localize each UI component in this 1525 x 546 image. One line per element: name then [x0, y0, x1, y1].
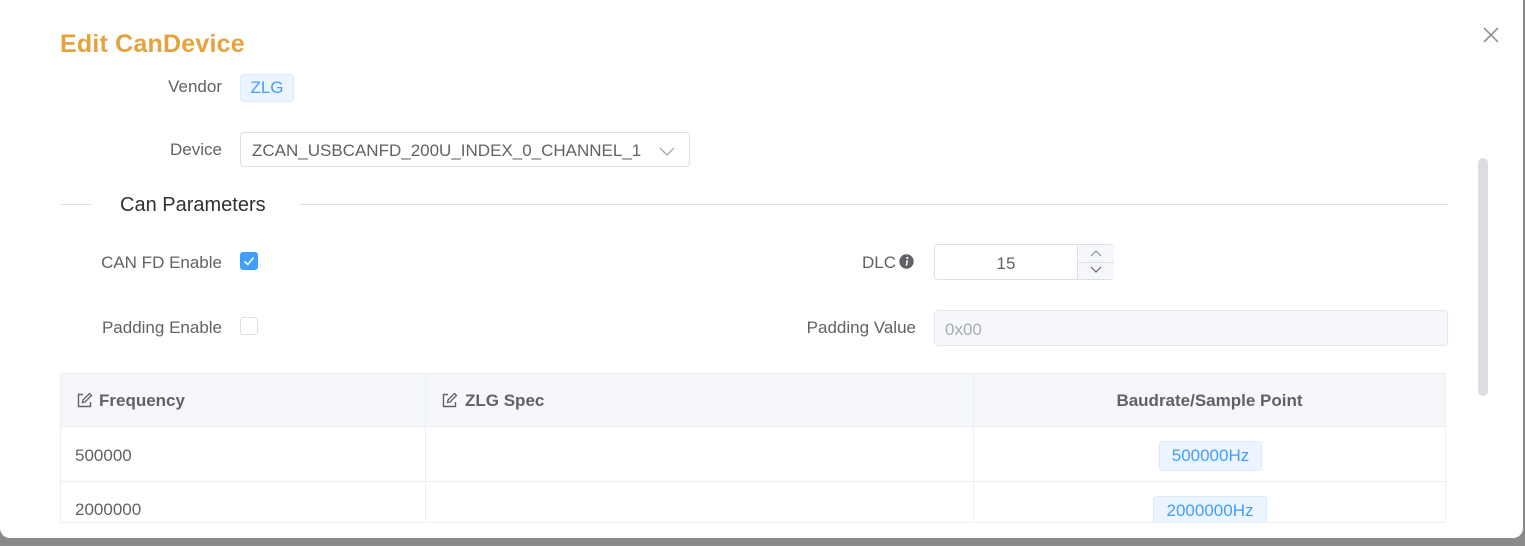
edit-candevice-dialog: Edit CanDevice Vendor ZLG Device ZCAN_US… — [0, 0, 1523, 538]
padding-enable-checkbox[interactable] — [240, 317, 258, 335]
divider-left — [60, 204, 92, 205]
table-cell-frequency[interactable]: 500000 — [61, 427, 426, 482]
column-header-frequency-label: Frequency — [99, 391, 185, 410]
dlc-increase-button[interactable] — [1078, 245, 1114, 263]
canfd-enable-label: CAN FD Enable — [101, 253, 222, 272]
dlc-stepper — [1077, 245, 1114, 279]
info-icon[interactable] — [899, 254, 914, 269]
column-header-zlg-spec-label: ZLG Spec — [465, 391, 545, 410]
canfd-enable-checkbox[interactable] — [240, 252, 258, 270]
table-cell-baudrate: 2000000Hz — [974, 482, 1445, 522]
padding-enable-label: Padding Enable — [101, 318, 222, 337]
dlc-value[interactable]: 15 — [935, 254, 1077, 274]
edit-icon — [77, 392, 93, 408]
column-header-frequency: Frequency — [61, 374, 426, 427]
column-header-baudrate: Baudrate/Sample Point — [974, 374, 1445, 427]
dlc-decrease-button[interactable] — [1078, 262, 1114, 279]
padding-value-input[interactable]: 0x00 — [934, 310, 1448, 346]
frequency-value: 500000 — [75, 446, 132, 465]
chevron-up-icon — [1090, 250, 1102, 257]
column-header-baudrate-label: Baudrate/Sample Point — [1116, 391, 1303, 410]
column-header-zlg-spec: ZLG Spec — [426, 374, 974, 427]
section-title-can-parameters: Can Parameters — [120, 194, 266, 217]
baudrate-tag: 500000Hz — [1159, 441, 1262, 471]
padding-value-placeholder: 0x00 — [945, 320, 982, 339]
padding-value-label: Padding Value — [806, 318, 916, 337]
vertical-scrollbar[interactable] — [1478, 158, 1488, 396]
chevron-down-icon — [659, 147, 675, 156]
check-icon — [243, 256, 255, 266]
close-button[interactable] — [1480, 24, 1502, 46]
device-label: Device — [170, 140, 222, 159]
baudrate-tag: 2000000Hz — [1153, 496, 1267, 522]
table-cell-baudrate: 500000Hz — [974, 427, 1445, 482]
device-select[interactable]: ZCAN_USBCANFD_200U_INDEX_0_CHANNEL_1 — [240, 132, 690, 167]
edit-icon — [442, 392, 458, 408]
chevron-down-icon — [1090, 266, 1102, 273]
divider-right — [299, 204, 1448, 205]
table-cell-frequency[interactable]: 2000000 — [61, 482, 426, 522]
table-cell-zlg-spec[interactable] — [426, 482, 974, 522]
frequency-table: Frequency ZLG Spec Baudrate/Sample Point… — [60, 373, 1446, 523]
dialog-title: Edit CanDevice — [60, 30, 245, 58]
close-icon[interactable] — [1480, 24, 1502, 46]
dlc-label: DLC — [861, 253, 896, 272]
vendor-label: Vendor — [168, 77, 222, 96]
dlc-number-input[interactable]: 15 — [934, 244, 1114, 280]
table-cell-zlg-spec[interactable] — [426, 427, 974, 482]
vendor-tag: ZLG — [240, 74, 294, 102]
frequency-value: 2000000 — [75, 500, 142, 519]
device-select-value: ZCAN_USBCANFD_200U_INDEX_0_CHANNEL_1 — [252, 141, 642, 160]
